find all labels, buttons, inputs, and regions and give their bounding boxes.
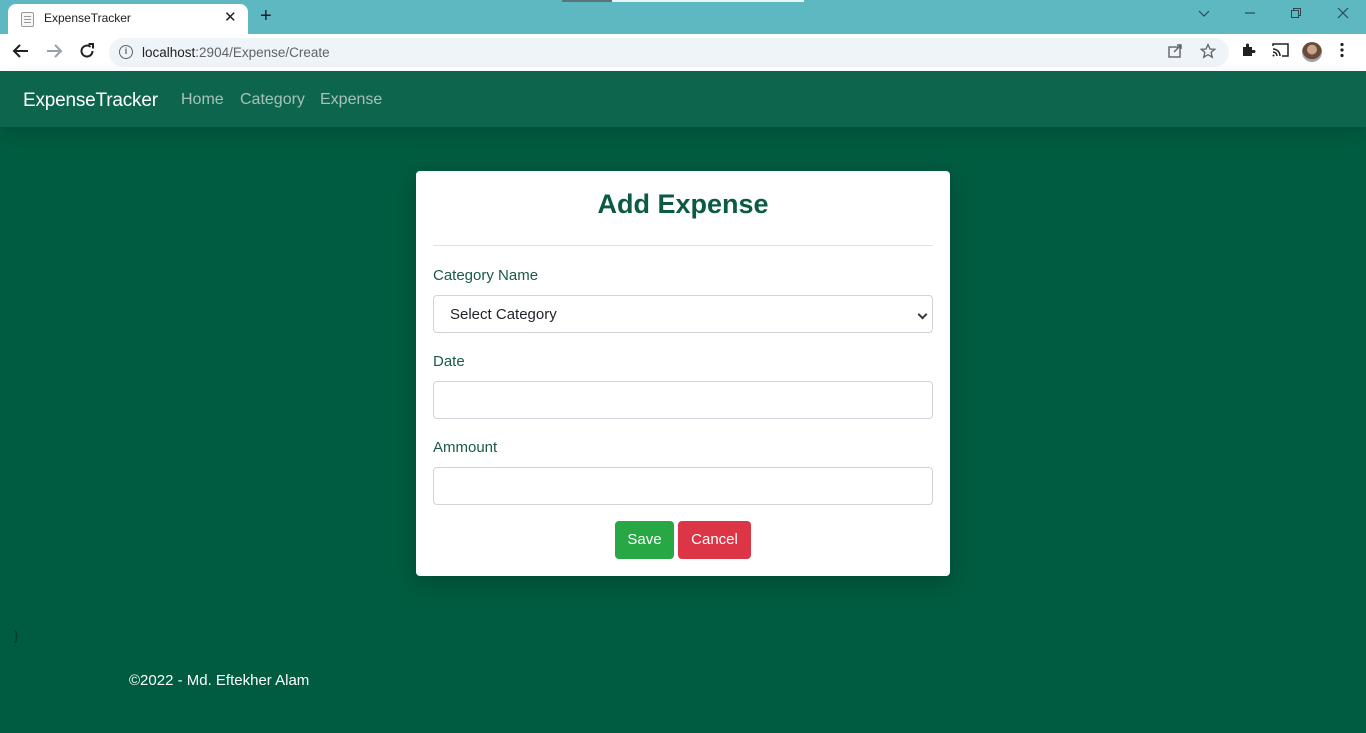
- divider: [433, 245, 933, 246]
- restore-icon[interactable]: [1290, 5, 1302, 23]
- stray-text: }: [14, 628, 19, 643]
- browser-tab-bar: ExpenseTracker ✕ +: [0, 0, 1366, 34]
- menu-icon[interactable]: [1340, 42, 1344, 63]
- nav-link-expense[interactable]: Expense: [320, 91, 382, 109]
- url-text[interactable]: localhost:2904/Expense/Create: [142, 45, 330, 60]
- tab-title: ExpenseTracker: [44, 11, 131, 25]
- footer-text: ©2022 - Md. Eftekher Alam: [129, 672, 310, 689]
- chevron-down-icon[interactable]: [1198, 5, 1210, 23]
- category-select[interactable]: Select Category: [433, 295, 933, 333]
- cancel-button[interactable]: Cancel: [678, 521, 751, 559]
- plus-icon[interactable]: +: [260, 5, 272, 27]
- browser-toolbar: i localhost:2904/Expense/Create: [0, 34, 1366, 71]
- save-button[interactable]: Save: [615, 521, 674, 559]
- category-selected-value: Select Category: [450, 306, 557, 323]
- tab-strip-indicator: [562, 0, 804, 2]
- close-window-icon[interactable]: [1337, 5, 1349, 23]
- page-title: Add Expense: [597, 189, 769, 219]
- info-icon[interactable]: i: [119, 45, 133, 59]
- forward-icon[interactable]: [45, 42, 63, 65]
- date-label: Date: [433, 353, 465, 370]
- cast-icon[interactable]: [1272, 42, 1289, 63]
- page-icon: [21, 12, 34, 27]
- date-field[interactable]: [433, 381, 933, 419]
- extensions-icon[interactable]: [1240, 42, 1256, 63]
- share-icon[interactable]: [1167, 43, 1183, 64]
- reload-icon[interactable]: [78, 42, 96, 65]
- avatar[interactable]: [1302, 42, 1322, 62]
- star-icon[interactable]: [1199, 42, 1217, 64]
- app-navbar: ExpenseTracker Home Category Expense: [0, 71, 1366, 127]
- nav-link-category[interactable]: Category: [240, 91, 305, 109]
- close-icon[interactable]: ✕: [224, 9, 237, 27]
- minimize-icon[interactable]: [1244, 5, 1256, 23]
- chevron-down-icon: [917, 309, 928, 320]
- brand-link[interactable]: ExpenseTracker: [23, 90, 158, 112]
- browser-tab[interactable]: ExpenseTracker ✕: [8, 4, 248, 34]
- nav-link-home[interactable]: Home: [181, 91, 224, 109]
- back-icon[interactable]: [12, 42, 30, 65]
- add-expense-card: Add Expense Category Name Select Categor…: [416, 171, 950, 576]
- amount-field[interactable]: [433, 467, 933, 505]
- amount-label: Ammount: [433, 439, 498, 456]
- category-label: Category Name: [433, 267, 539, 284]
- address-bar[interactable]: i localhost:2904/Expense/Create: [109, 38, 1229, 67]
